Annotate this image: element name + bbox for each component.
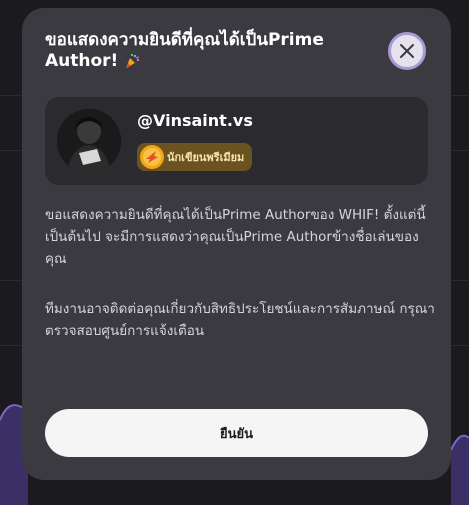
contact-notice: ทีมงานอาจติดต่อคุณเกี่ยวกับสิทธิประโยชน์…: [45, 301, 435, 339]
close-icon: [400, 44, 414, 58]
party-popper-icon: [124, 53, 140, 69]
modal-title-text: ขอแสดงความยินดีที่คุณได้เป็นPrime Author…: [45, 30, 324, 71]
badge-label: นักเขียนพรีเมียม: [167, 151, 245, 164]
premium-author-badge: นักเขียนพรีเมียม: [137, 143, 253, 171]
username: @Vinsaint.vs: [137, 111, 253, 130]
avatar[interactable]: [57, 109, 121, 173]
prime-author-modal: ขอแสดงความยินดีที่คุณได้เป็นPrime Author…: [22, 8, 451, 480]
premium-medal-icon: [140, 145, 164, 169]
avatar-image: [57, 109, 121, 173]
modal-title: ขอแสดงความยินดีที่คุณได้เป็นPrime Author…: [45, 30, 385, 72]
congratulation-message: ขอแสดงความยินดีที่คุณได้เป็นPrime Author…: [45, 207, 426, 267]
profile-card: @Vinsaint.vs นักเขียนพรีเมียม: [45, 97, 428, 185]
confirm-button[interactable]: ยืนยัน: [45, 409, 428, 457]
close-button[interactable]: [388, 32, 426, 70]
